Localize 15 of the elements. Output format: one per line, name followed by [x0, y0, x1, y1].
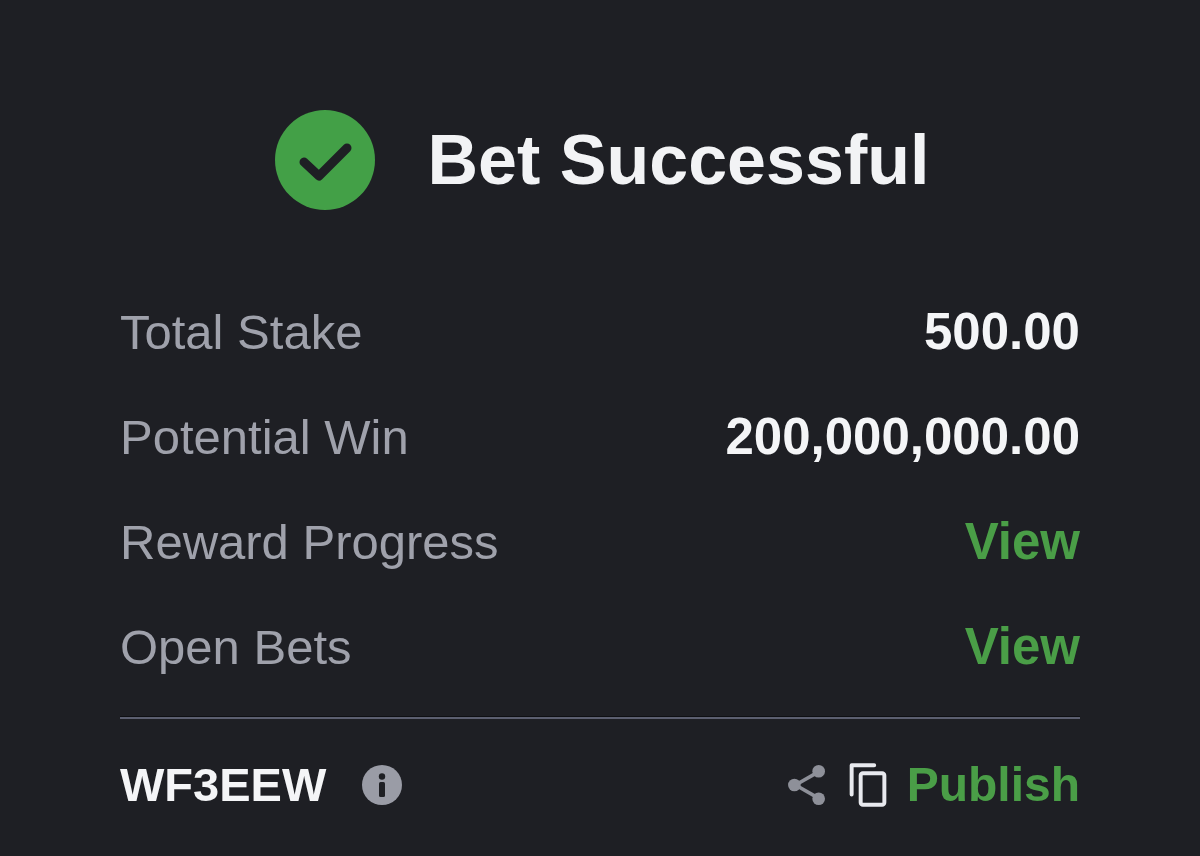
summary-label: Reward Progress	[120, 514, 499, 571]
booking-code: WF3EEW	[120, 757, 327, 812]
view-link[interactable]: View	[964, 513, 1080, 572]
publish-link[interactable]: Publish	[906, 757, 1080, 813]
copy-icon[interactable]	[848, 763, 887, 807]
summary-value: 500.00	[924, 303, 1080, 362]
info-icon[interactable]	[362, 765, 403, 805]
view-link[interactable]: View	[964, 618, 1080, 677]
success-check-icon	[274, 110, 375, 210]
summary-label: Total Stake	[120, 304, 363, 361]
summary-label: Potential Win	[120, 409, 409, 466]
title: Bet Successful	[427, 125, 930, 195]
share-icon[interactable]	[786, 764, 825, 806]
summary-label: Open Bets	[120, 619, 352, 676]
summary-value: 200,000,000.00	[725, 408, 1080, 467]
